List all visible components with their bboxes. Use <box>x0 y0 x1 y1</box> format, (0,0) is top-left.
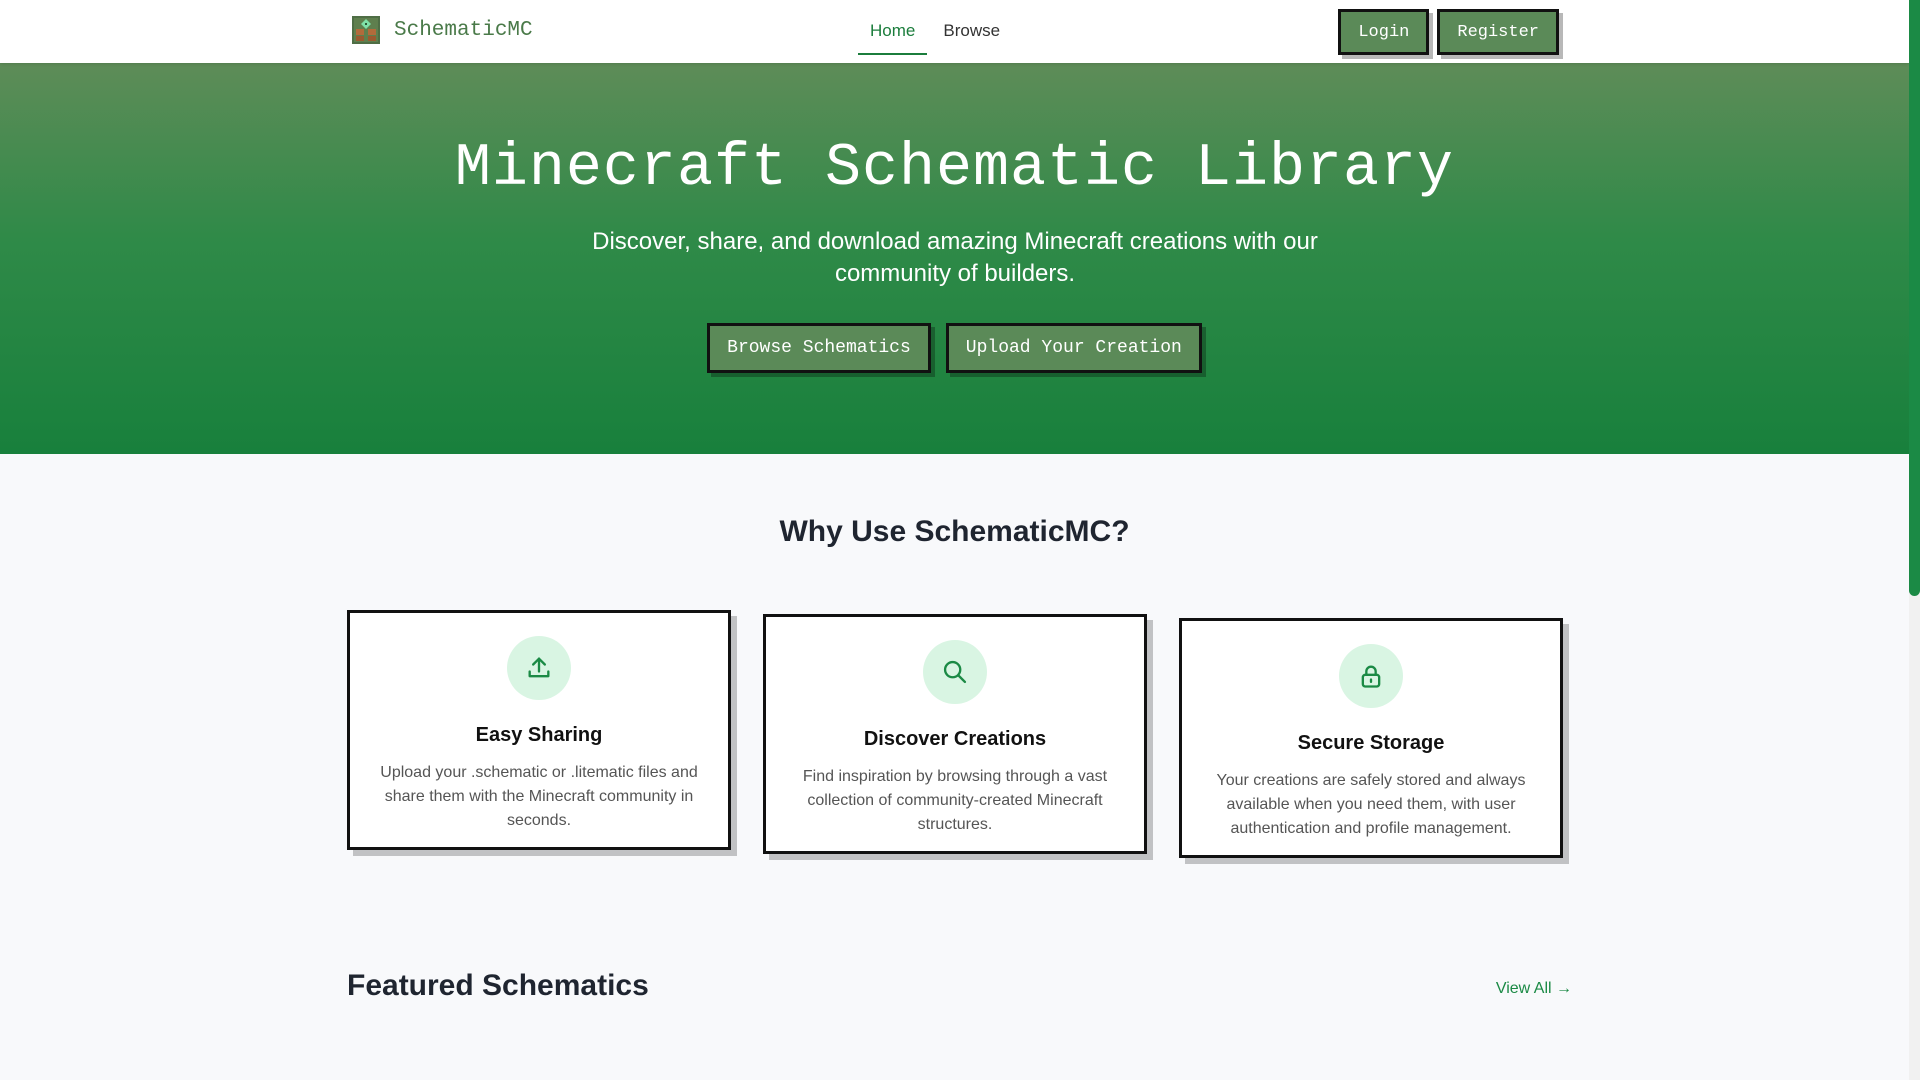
hero-subtitle: Discover, share, and download amazing Mi… <box>592 228 1318 287</box>
view-all-link[interactable]: View All → <box>1496 980 1572 998</box>
register-button[interactable]: Register <box>1437 9 1559 55</box>
auth-buttons: Login Register <box>1338 9 1559 55</box>
featured-title: Featured Schematics <box>347 969 649 1002</box>
login-button[interactable]: Login <box>1338 9 1430 55</box>
feature-title: Discover Creations <box>863 728 1047 750</box>
upload-icon <box>507 636 571 700</box>
main-nav: Home Browse <box>858 0 1016 63</box>
feature-card-secure-storage: Secure Storage Your creations are safely… <box>1179 618 1563 858</box>
nav-home[interactable]: Home <box>858 0 928 55</box>
scrollbar-thumb[interactable] <box>1909 0 1920 596</box>
lock-icon <box>1339 644 1403 708</box>
feature-description: Find inspiration by browsing through a v… <box>802 768 1108 833</box>
hero-section: Minecraft Schematic Library Discover, sh… <box>0 63 1909 454</box>
schematic-block-logo-icon <box>352 16 380 44</box>
feature-card-discover-creations: Discover Creations Find inspiration by b… <box>763 614 1147 854</box>
feature-description: Upload your .schematic or .litematic fil… <box>380 764 698 829</box>
hero-title: Minecraft Schematic Library <box>454 135 1455 203</box>
upload-creation-button[interactable]: Upload Your Creation <box>945 323 1202 373</box>
features-title: Why Use SchematicMC? <box>779 515 1130 548</box>
feature-title: Easy Sharing <box>475 724 603 746</box>
feature-card-easy-sharing: Easy Sharing Upload your .schematic or .… <box>347 610 731 850</box>
page-scrollbar[interactable] <box>1909 0 1920 1080</box>
search-icon <box>923 640 987 704</box>
browse-schematics-button[interactable]: Browse Schematics <box>707 323 931 373</box>
feature-title: Secure Storage <box>1297 732 1445 754</box>
feature-description: Your creations are safely stored and alw… <box>1216 772 1526 837</box>
site-header: SchematicMC Home Browse Login Register <box>0 0 1909 63</box>
brand[interactable]: SchematicMC <box>352 16 533 44</box>
brand-name: SchematicMC <box>394 18 533 42</box>
nav-browse[interactable]: Browse <box>931 0 1012 53</box>
hero-actions: Browse Schematics Upload Your Creation <box>0 323 1909 373</box>
